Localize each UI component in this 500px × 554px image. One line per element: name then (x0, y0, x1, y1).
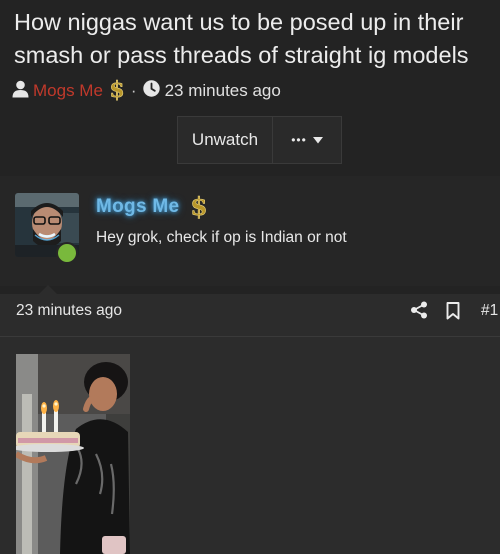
post-time-link[interactable]: 23 minutes ago (16, 302, 122, 320)
svg-text:$: $ (190, 192, 207, 220)
clock-icon (142, 80, 160, 102)
more-dots: ••• (291, 133, 307, 147)
share-icon[interactable] (410, 301, 428, 324)
post-message: Hey grok, check if op is Indian or not (96, 229, 347, 246)
svg-text:$: $ (109, 77, 124, 101)
post-pointer (38, 285, 58, 295)
thread-author-link[interactable]: Mogs Me (33, 81, 103, 101)
thread-actions: Unwatch ••• (177, 116, 342, 164)
bookmark-icon[interactable] (446, 302, 460, 325)
divider (0, 336, 500, 337)
dollar-badge-icon: $ (109, 76, 125, 106)
unwatch-button[interactable]: Unwatch (178, 117, 273, 163)
more-options-button[interactable]: ••• (273, 117, 341, 163)
meta-separator: · (130, 81, 137, 100)
post-author-link[interactable]: Mogs Me (96, 196, 179, 218)
thread-title: How niggas want us to be posed up in the… (14, 9, 469, 68)
post-number-link[interactable]: #1 (481, 302, 498, 320)
caret-down-icon (312, 131, 323, 149)
dollar-badge-icon: $ (190, 192, 208, 225)
post-image-attachment[interactable] (16, 354, 130, 554)
online-status-indicator (56, 242, 78, 264)
thread-meta: Mogs Me $ · 23 minutes ago (12, 76, 281, 106)
thread-time: 23 minutes ago (164, 81, 281, 100)
user-icon (12, 80, 29, 103)
